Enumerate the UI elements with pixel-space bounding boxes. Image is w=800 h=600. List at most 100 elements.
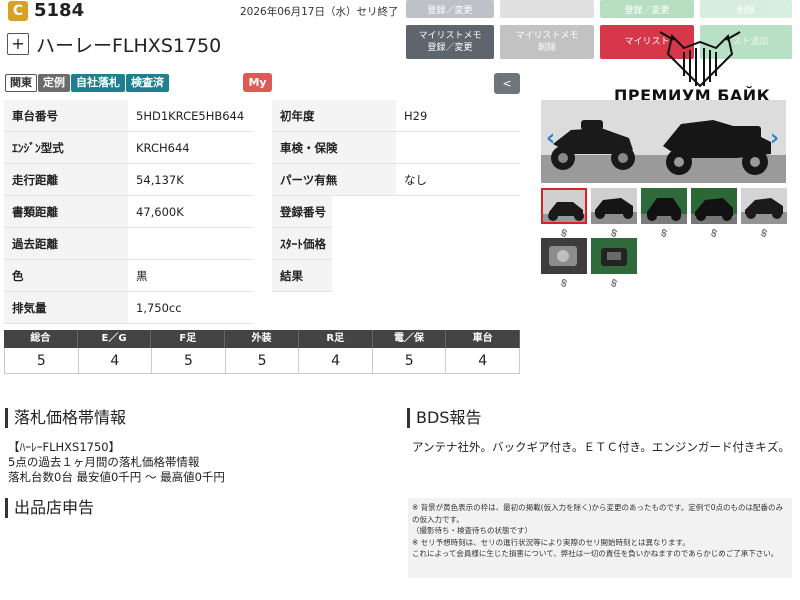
spec-value: KRCH644 [128, 132, 252, 164]
link-icon[interactable] [709, 228, 719, 238]
delete-button[interactable]: 削除 [700, 0, 792, 18]
thumbnail-4[interactable] [691, 188, 737, 224]
register-button-2[interactable] [500, 0, 594, 18]
thumbnail-2[interactable] [591, 188, 637, 224]
grade-value: 4 [79, 348, 153, 373]
grade-header: E／G [78, 330, 152, 348]
grade-header: R足 [299, 330, 373, 348]
grade-header-row: 総合 E／G F足 外装 R足 電／保 車台 [4, 330, 521, 348]
spec-value [396, 132, 520, 164]
grade-header: 車台 [446, 330, 521, 348]
collapse-button[interactable]: < [494, 73, 520, 94]
spec-label: ｴﾝｼﾞﾝ型式 [4, 132, 128, 164]
thumbnail-7[interactable] [591, 238, 637, 274]
grade-badge: C [8, 1, 28, 21]
spec-label: ｽﾀｰﾄ価格 [272, 228, 332, 260]
spec-label: 車検・保険 [272, 132, 396, 164]
thumbnail-3[interactable] [641, 188, 687, 224]
tag-regular: 定例 [38, 74, 70, 92]
spec-label: 色 [4, 260, 128, 292]
next-photo-icon[interactable]: › [770, 126, 779, 151]
spec-row: 車台番号 5HD1KRCE5HB644 初年度 H29 [4, 100, 520, 132]
spec-row: 色 黒 結果 [4, 260, 520, 292]
motorcycle-thumb-icon [591, 188, 637, 224]
link-icon[interactable] [609, 278, 619, 288]
spec-label: 結果 [272, 260, 332, 292]
spec-label: 排気量 [4, 292, 128, 324]
notice-box: ※ 背景が黄色表示の枠は、最初の掲載(仮入力を除く)から変更のあったものです。定… [408, 498, 792, 578]
price-line: 落札台数0台 最安値0千円 〜 最高値0千円 [8, 470, 225, 484]
spec-value [128, 228, 252, 260]
spec-label: 過去距離 [4, 228, 128, 260]
spec-label: 初年度 [272, 100, 396, 132]
spec-row: 書類距離 47,600K 登録番号 [4, 196, 520, 228]
grade-header: F足 [151, 330, 226, 348]
grade-table: 総合 E／G F足 外装 R足 電／保 車台 5 4 5 5 4 5 4 [4, 330, 521, 374]
mylist-memo-button[interactable]: マイリストメモ 登録／変更 [406, 25, 494, 59]
link-icon[interactable] [659, 228, 669, 238]
tag-inspected: 検査済 [126, 74, 169, 92]
price-section-title: 落札価格帯情報 [5, 408, 126, 428]
price-model-line: 【ﾊｰﾚｰFLHXS1750】 [8, 440, 121, 454]
seller-section-title: 出品店申告 [5, 498, 94, 518]
price-info: 【ﾊｰﾚｰFLHXS1750】 5点の過去１ヶ月間の落札価格帯情報 落札台数0台… [8, 440, 225, 485]
tag-region: 関東 [5, 74, 37, 92]
notice-line: ※ セリ予想時刻は、セリの進行状況等により実際のセリ開始時刻とは異なります。 [412, 537, 690, 547]
tag-list: 関東 定例 自社落札 検査済 [5, 74, 170, 92]
add-button[interactable]: + [7, 33, 29, 55]
motorcycle-thumb-icon [543, 190, 585, 222]
grade-value: 4 [446, 348, 521, 373]
grade-value: 5 [5, 348, 79, 373]
main-photo[interactable] [541, 100, 786, 183]
grade-value: 5 [373, 348, 447, 373]
register-button-3[interactable]: 登録／変更 [600, 0, 694, 18]
thumbnail-6[interactable] [541, 238, 587, 274]
notice-line: ※ 背景が黄色表示の枠は、最初の掲載(仮入力を除く)から変更のあったものです。定… [412, 503, 784, 524]
spec-value: 1,750cc [128, 292, 252, 324]
grade-value: 5 [152, 348, 226, 373]
grade-value-row: 5 4 5 5 4 5 4 [4, 348, 521, 374]
prev-photo-icon[interactable]: ‹ [546, 126, 555, 151]
lot-header: C 5184 2026年06月17日（水）セリ終了 + ハーレーFLHXS175… [0, 0, 400, 64]
spec-value: 5HD1KRCE5HB644 [128, 100, 252, 132]
link-icon[interactable] [759, 228, 769, 238]
spec-row: 排気量 1,750cc [4, 292, 520, 324]
lot-number: 5184 [34, 0, 85, 21]
thumbnail-1[interactable] [541, 188, 587, 224]
spec-row: 走行距離 54,137K パーツ有無 なし [4, 164, 520, 196]
grade-value: 4 [299, 348, 373, 373]
spec-value: 47,600K [128, 196, 252, 228]
link-icon[interactable] [559, 278, 569, 288]
link-icon[interactable] [559, 228, 569, 238]
bds-section-title: BDS報告 [407, 408, 481, 428]
mylist-memo-delete-button[interactable]: マイリストメモ 削除 [500, 25, 594, 59]
spec-row: ｴﾝｼﾞﾝ型式 KRCH644 車検・保険 [4, 132, 520, 164]
spec-value: 54,137K [128, 164, 252, 196]
thumbnail-5[interactable] [741, 188, 787, 224]
link-icon[interactable] [609, 228, 619, 238]
bds-report-text: アンテナ社外。バックギア付き。ＥＴＣ付き。エンジンガード付きキズ。 [412, 440, 790, 454]
my-badge[interactable]: My [243, 73, 272, 92]
grade-header: 電／保 [373, 330, 447, 348]
grade-header: 総合 [4, 330, 78, 348]
spec-label: 車台番号 [4, 100, 128, 132]
spec-label: 書類距離 [4, 196, 128, 228]
auction-date: 2026年06月17日（水）セリ終了 [240, 6, 399, 18]
grade-value: 5 [226, 348, 300, 373]
register-button-1[interactable]: 登録／変更 [406, 0, 494, 18]
tag-own-bid: 自社落札 [71, 74, 125, 92]
notice-line: （撮影待ち・検査待ちの状態です） [412, 526, 532, 535]
spec-row: 過去距離 ｽﾀｰﾄ価格 [4, 228, 520, 260]
spec-value: H29 [396, 100, 520, 132]
price-line: 5点の過去１ヶ月間の落札価格帯情報 [8, 455, 200, 469]
spec-label: パーツ有無 [272, 164, 396, 196]
spec-value: なし [396, 164, 520, 196]
grade-header: 外装 [225, 330, 299, 348]
spec-label: 登録番号 [272, 196, 332, 228]
engine-thumb-icon [591, 238, 637, 274]
motorcycle-photo-icon [541, 100, 786, 183]
spec-label: 走行距離 [4, 164, 128, 196]
engine-thumb-icon [541, 238, 587, 274]
model-title: ハーレーFLHXS1750 [36, 35, 222, 57]
spec-value: 黒 [128, 260, 252, 292]
